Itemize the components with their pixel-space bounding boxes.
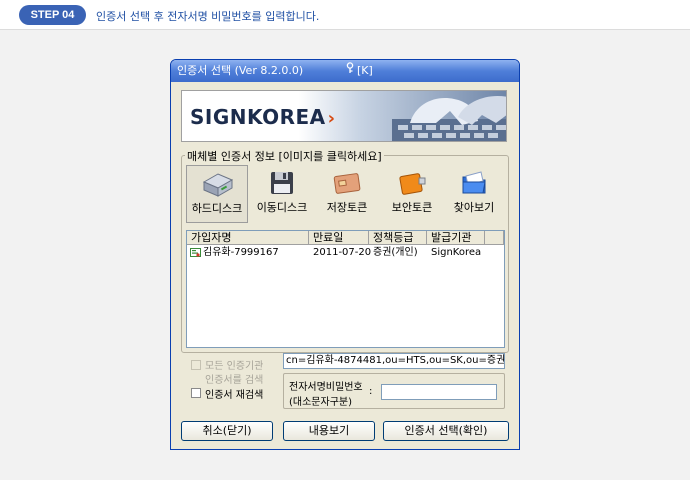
certificate-select-dialog: 인증서 선택 (Ver 8.2.0.0) [K] SIGNKOREA › 매체별 … [170, 59, 520, 450]
media-removable-disk[interactable]: 이동디스크 [251, 165, 313, 223]
media-group-label: 매체별 인증서 정보 [이미지를 클릭하세요] [185, 148, 384, 164]
password-input[interactable] [381, 384, 497, 400]
password-colon: : [369, 386, 373, 397]
browse-folder-icon [462, 171, 486, 194]
media-label: 하드디스크 [191, 202, 243, 215]
signkorea-banner: SIGNKOREA › [181, 90, 507, 142]
cell-subscriber: 김유화-7999167 [203, 247, 279, 258]
column-header-subscriber[interactable]: 가입자명 [187, 231, 309, 245]
media-storage-token[interactable]: 저장토큰 [316, 165, 378, 223]
media-label: 찾아보기 [453, 201, 495, 214]
step-instruction: 인증서 선택 후 전자서명 비밀번호를 입력합니다. [96, 10, 320, 23]
key-indicator: [K] [357, 64, 373, 77]
media-hard-disk[interactable]: 하드디스크 [186, 165, 248, 223]
media-label: 이동디스크 [256, 201, 308, 214]
column-header-expiry[interactable]: 만료일 [309, 231, 369, 245]
hard-disk-icon [202, 173, 234, 197]
media-label: 보안토큰 [391, 201, 433, 214]
table-row[interactable]: 김유화-7999167 2011-07-20 증권(개인) SignKorea [187, 246, 504, 260]
column-header-issuer[interactable]: 발급기관 [427, 231, 485, 245]
all-ca-label: 모든 인증기관 [205, 361, 264, 372]
step-badge: STEP 04 [19, 5, 86, 25]
all-ca-checkbox[interactable] [191, 360, 201, 370]
research-label: 인증서 재검색 [205, 390, 264, 401]
dialog-titlebar[interactable]: 인증서 선택 (Ver 8.2.0.0) [K] [171, 60, 519, 82]
cell-policy: 증권(개인) [373, 247, 418, 258]
typing-hands-image [392, 96, 506, 141]
view-details-button[interactable]: 내용보기 [283, 421, 375, 441]
certificate-icon [190, 247, 201, 263]
media-security-token[interactable]: 보안토큰 [381, 165, 443, 223]
password-hint: (대소문자구분) [289, 397, 353, 408]
key-icon [345, 60, 355, 82]
subject-dn-field: cn=김유화-4874481,ou=HTS,ou=SK,ou=증권,o=Sign… [283, 353, 505, 369]
certificate-list[interactable]: 가입자명 만료일 정책등급 발급기관 김유화-7999167 2011-07-2… [186, 230, 505, 348]
password-label: 전자서명비밀번호 [289, 382, 363, 393]
instruction-header: STEP 04 인증서 선택 후 전자서명 비밀번호를 입력합니다. [0, 0, 690, 30]
dialog-title: 인증서 선택 (Ver 8.2.0.0) [177, 64, 304, 77]
media-browse[interactable]: 찾아보기 [443, 165, 505, 223]
cell-issuer: SignKorea [431, 247, 482, 258]
search-options: 모든 인증기관 인증서를 검색 인증서 재검색 [185, 353, 281, 407]
media-label: 저장토큰 [326, 201, 368, 214]
storage-token-icon [333, 173, 361, 194]
confirm-button[interactable]: 인증서 선택(확인) [383, 421, 509, 441]
column-header-filler [485, 231, 504, 245]
security-token-icon [399, 173, 426, 195]
cell-expiry: 2011-07-20 [313, 247, 372, 258]
signkorea-logo: SIGNKOREA › [190, 105, 336, 129]
floppy-disk-icon [271, 172, 293, 194]
research-checkbox[interactable] [191, 388, 201, 398]
all-ca-label-2: 인증서를 검색 [205, 375, 264, 386]
column-header-policy[interactable]: 정책등급 [369, 231, 427, 245]
cancel-button[interactable]: 취소(닫기) [181, 421, 273, 441]
